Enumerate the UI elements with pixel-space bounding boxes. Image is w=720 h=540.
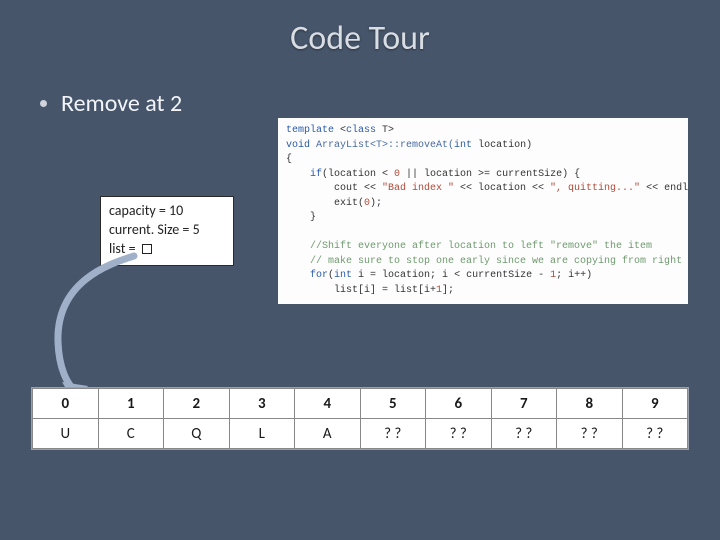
array-index-cell: 5: [360, 389, 426, 419]
state-currentsize: current. Size = 5: [109, 221, 225, 240]
array-index-cell: 0: [33, 389, 99, 419]
array-index-row: 0 1 2 3 4 5 6 7 8 9: [33, 389, 688, 419]
state-box: capacity = 10 current. Size = 5 list =: [100, 196, 234, 266]
array-index-cell: 4: [295, 389, 361, 419]
array-value-cell: ? ?: [491, 419, 557, 449]
array-value-cell: ? ?: [557, 419, 623, 449]
array-value-cell: ? ?: [360, 419, 426, 449]
array-value-cell: L: [229, 419, 295, 449]
code-snippet: template <class T> void ArrayList<T>::re…: [278, 118, 688, 304]
array-table: 0 1 2 3 4 5 6 7 8 9 U C Q L A ? ? ? ? ? …: [32, 388, 688, 449]
array-value-cell: U: [33, 419, 99, 449]
array-index-cell: 9: [622, 389, 688, 419]
array-index-cell: 3: [229, 389, 295, 419]
state-list-label: list =: [109, 240, 136, 259]
array-value-cell: ? ?: [622, 419, 688, 449]
array-index-cell: 7: [491, 389, 557, 419]
array-value-cell: Q: [164, 419, 230, 449]
array-index-cell: 8: [557, 389, 623, 419]
bullet-text: Remove at 2: [61, 89, 182, 118]
array-index-cell: 6: [426, 389, 492, 419]
array-value-cell: C: [98, 419, 164, 449]
bullet-dot-icon: [40, 100, 47, 107]
array-index-cell: 1: [98, 389, 164, 419]
bullet-item: Remove at 2: [40, 89, 720, 118]
state-capacity: capacity = 10: [109, 202, 225, 221]
pointer-arrow-icon: [48, 252, 208, 402]
array-value-cell: A: [295, 419, 361, 449]
slide-title: Code Tour: [0, 0, 720, 59]
array-value-cell: ? ?: [426, 419, 492, 449]
array-index-cell: 2: [164, 389, 230, 419]
array-value-row: U C Q L A ? ? ? ? ? ? ? ? ? ?: [33, 419, 688, 449]
pointer-box-icon: [142, 244, 152, 254]
